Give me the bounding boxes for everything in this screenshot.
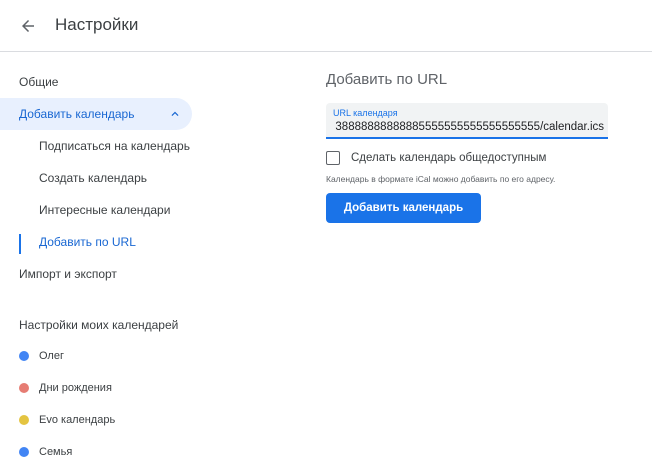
calendar-item-family[interactable]: Семья — [19, 442, 72, 462]
add-calendar-button[interactable]: Добавить календарь — [326, 193, 481, 223]
public-checkbox[interactable] — [326, 151, 340, 165]
calendar-name: Дни рождения — [39, 382, 112, 394]
sidebar-item-label: Добавить календарь — [19, 107, 135, 121]
sidebar-item-import-export[interactable]: Импорт и экспорт — [19, 258, 117, 290]
sidebar-item-subscribe[interactable]: Подписаться на календарь — [39, 130, 190, 162]
help-text: Календарь в формате iCal можно добавить … — [326, 174, 556, 184]
my-calendars-heading: Настройки моих календарей — [19, 318, 179, 332]
calendar-name: Evo календарь — [39, 414, 116, 426]
calendar-color-dot — [19, 447, 29, 457]
sidebar-item-add-calendar[interactable]: Добавить календарь — [0, 98, 192, 130]
active-indicator — [19, 234, 21, 254]
back-button[interactable] — [14, 12, 42, 40]
sidebar-item-general[interactable]: Общие — [19, 66, 58, 98]
calendar-name: Семья — [39, 446, 73, 458]
settings-sidebar: Общие Добавить календарь Подписаться на … — [0, 52, 200, 476]
url-field-label: URL календаря — [333, 108, 398, 118]
calendar-item-evo[interactable]: Evo календарь — [19, 410, 115, 430]
public-checkbox-label: Сделать календарь общедоступным — [351, 152, 547, 164]
section-title: Добавить по URL — [326, 71, 448, 88]
sidebar-item-create[interactable]: Создать календарь — [39, 162, 147, 194]
url-input[interactable]: 38888888888885555555555555555555/calenda… — [335, 121, 604, 133]
top-bar: Настройки — [0, 0, 652, 52]
calendar-color-dot — [19, 351, 29, 361]
public-option: Сделать календарь общедоступным — [326, 150, 546, 166]
page-title: Настройки — [55, 15, 139, 34]
calendar-item-birthdays[interactable]: Дни рождения — [19, 378, 112, 398]
calendar-url-field[interactable]: URL календаря 38888888888885555555555555… — [326, 103, 608, 139]
sidebar-item-interesting[interactable]: Интересные календари — [39, 194, 170, 226]
calendar-item-oleg[interactable]: Олег — [19, 346, 64, 366]
chevron-up-icon — [171, 111, 179, 116]
calendar-color-dot — [19, 415, 29, 425]
calendar-name: Олег — [39, 350, 64, 362]
arrow-back-icon — [22, 20, 34, 32]
calendar-color-dot — [19, 383, 29, 393]
sidebar-item-add-by-url[interactable]: Добавить по URL — [39, 226, 136, 258]
